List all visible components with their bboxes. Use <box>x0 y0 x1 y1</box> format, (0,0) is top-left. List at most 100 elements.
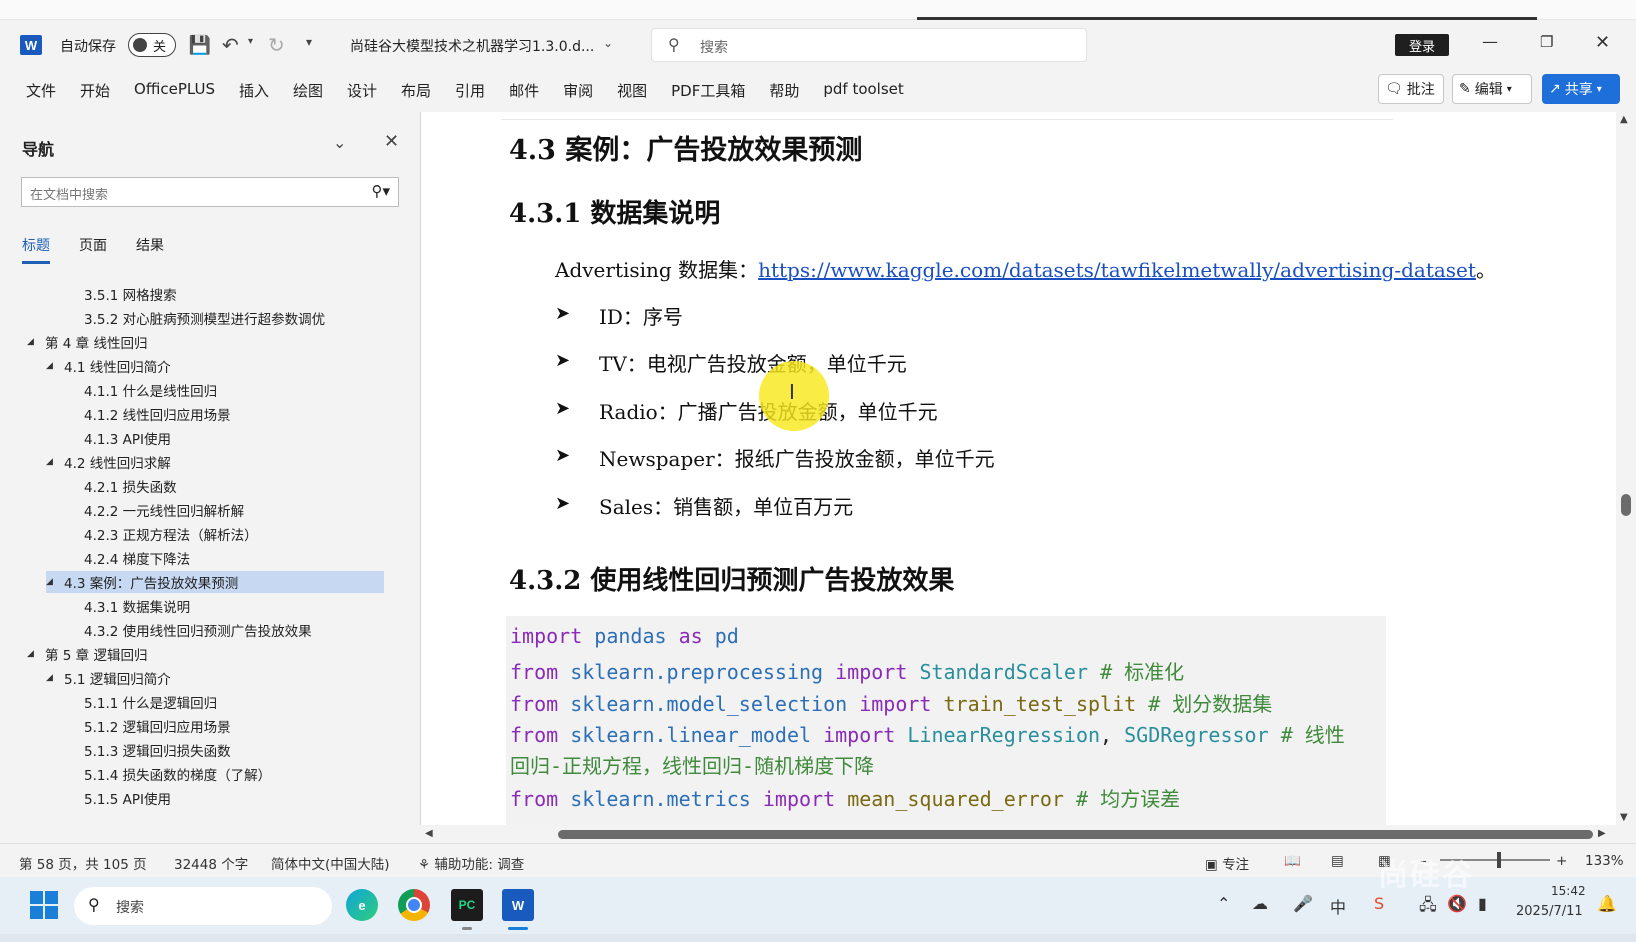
nav-item[interactable]: 5.1.5 API使用 <box>84 787 171 809</box>
nav-item-selected[interactable]: ◢ 4.3 案例：广告投放效果预测 <box>46 571 384 593</box>
nav-item[interactable]: 5.1.4 损失函数的梯度（了解） <box>84 763 271 785</box>
login-button[interactable]: 登录 <box>1395 34 1449 56</box>
scroll-right-arrow-icon[interactable]: ▶ <box>1598 828 1606 839</box>
nav-item[interactable]: 4.1.2 线性回归应用场景 <box>84 403 231 425</box>
close-icon[interactable]: ✕ <box>384 131 399 152</box>
clock-date[interactable]: 2025/7/11 <box>1516 904 1583 919</box>
tab-pages[interactable]: 页面 <box>79 235 107 264</box>
battery-icon[interactable]: ▮ <box>1478 894 1487 913</box>
title-search-box[interactable]: ⚲ 搜索 <box>651 28 1087 62</box>
collapse-triangle-icon[interactable]: ◢ <box>46 577 64 587</box>
tab-mailings[interactable]: 邮件 <box>509 80 539 101</box>
tab-review[interactable]: 审阅 <box>563 80 593 101</box>
scroll-left-arrow-icon[interactable]: ◀ <box>425 828 433 839</box>
zoom-level[interactable]: 133% <box>1585 853 1624 869</box>
tab-design[interactable]: 设计 <box>347 80 377 101</box>
nav-item[interactable]: 4.1.1 什么是线性回归 <box>84 379 217 401</box>
collapse-triangle-icon[interactable]: ◢ <box>46 361 64 371</box>
nav-item[interactable]: 4.3.2 使用线性回归预测广告投放效果 <box>84 619 312 641</box>
restore-icon[interactable]: ❐ <box>1540 33 1553 51</box>
nav-item[interactable]: 4.2.4 梯度下降法 <box>84 547 190 569</box>
scroll-up-arrow-icon[interactable]: ▲ <box>1620 114 1628 125</box>
windows-start-icon[interactable] <box>30 891 58 919</box>
nav-item[interactable]: 4.2.1 损失函数 <box>84 475 177 497</box>
chrome-icon[interactable] <box>398 889 430 921</box>
tray-overflow-chevron-icon[interactable]: ⌃ <box>1217 894 1230 913</box>
collapse-triangle-icon[interactable]: ◢ <box>27 337 45 347</box>
tab-insert[interactable]: 插入 <box>239 80 269 101</box>
nav-item[interactable]: 3.5.1 网格搜索 <box>84 283 177 305</box>
nav-item[interactable]: 5.1.1 什么是逻辑回归 <box>84 691 217 713</box>
clock-time[interactable]: 15:42 <box>1551 884 1586 898</box>
nav-item[interactable]: 4.1.3 API使用 <box>84 427 171 449</box>
comments-button[interactable]: 🗨 批注 <box>1378 74 1444 104</box>
nav-item[interactable]: ◢ 4.2 线性回归求解 <box>46 451 171 473</box>
nav-item[interactable]: ◢ 第 5 章 逻辑回归 <box>27 643 147 665</box>
tab-home[interactable]: 开始 <box>80 80 110 101</box>
nav-item[interactable]: ◢ 第 4 章 线性回归 <box>27 331 147 353</box>
tab-pdf-toolbox[interactable]: PDF工具箱 <box>671 80 745 101</box>
undo-icon[interactable]: ↶ <box>222 33 239 57</box>
nav-item[interactable]: 3.5.2 对心脏病预测模型进行超参数调优 <box>84 307 325 329</box>
collapse-triangle-icon[interactable]: ◢ <box>46 673 64 683</box>
collapse-triangle-icon[interactable]: ◢ <box>27 649 45 659</box>
tab-officeplus[interactable]: OfficePLUS <box>134 80 215 101</box>
close-icon[interactable]: ✕ <box>1595 32 1610 53</box>
nav-item[interactable]: ◢ 5.1 逻辑回归简介 <box>46 667 171 689</box>
zoom-in-icon[interactable]: + <box>1556 853 1567 869</box>
read-mode-icon[interactable]: 📖 <box>1284 853 1301 869</box>
print-layout-icon[interactable]: ▤ <box>1331 853 1344 869</box>
focus-mode-button[interactable]: ▣ 专注 <box>1205 853 1249 873</box>
editing-mode-button[interactable]: ✎ 编辑 ▾ <box>1452 74 1532 104</box>
collapse-triangle-icon[interactable]: ◢ <box>46 457 64 467</box>
notifications-icon[interactable]: 🔔 <box>1597 894 1617 913</box>
sogou-icon[interactable]: S <box>1374 894 1384 913</box>
horizontal-scrollbar[interactable]: ◀ ▶ <box>421 825 1616 843</box>
microphone-icon[interactable]: 🎤 <box>1293 894 1313 913</box>
nav-item[interactable]: 4.2.2 一元线性回归解析解 <box>84 499 244 521</box>
volume-icon[interactable]: 🔇 <box>1447 894 1467 913</box>
horizontal-scroll-thumb[interactable] <box>558 830 1593 839</box>
nav-item[interactable]: 5.1.3 逻辑回归损失函数 <box>84 739 231 761</box>
document-title[interactable]: 尚硅谷大模型技术之机器学习1.3.0.d... <box>350 36 594 56</box>
word-count-status[interactable]: 32448 个字 <box>174 853 248 873</box>
vertical-scroll-thumb[interactable] <box>1621 494 1631 516</box>
nav-item[interactable]: ◢ 4.1 线性回归简介 <box>46 355 171 377</box>
save-icon[interactable]: 💾 <box>189 34 211 56</box>
tab-file[interactable]: 文件 <box>26 80 56 101</box>
tab-draw[interactable]: 绘图 <box>293 80 323 101</box>
word-taskbar-icon[interactable]: W <box>502 889 534 921</box>
edge-icon[interactable]: e <box>346 889 378 921</box>
nav-item[interactable]: 4.3.1 数据集说明 <box>84 595 190 617</box>
network-icon[interactable]: 🖧 <box>1419 894 1437 921</box>
pycharm-icon[interactable]: PC <box>451 889 483 921</box>
input-method-icon[interactable]: 中 <box>1330 894 1346 918</box>
page-count-status[interactable]: 第 58 页，共 105 页 <box>19 853 147 873</box>
tab-view[interactable]: 视图 <box>617 80 647 101</box>
nav-item[interactable]: 5.1.2 逻辑回归应用场景 <box>84 715 231 737</box>
customize-toolbar-icon[interactable]: ▾ <box>306 35 312 49</box>
onedrive-icon[interactable]: ☁ <box>1252 894 1268 913</box>
dataset-link[interactable]: https://www.kaggle.com/datasets/tawfikel… <box>758 258 1476 282</box>
vertical-scrollbar[interactable]: ▲ ▼ <box>1616 112 1636 825</box>
tab-pdf-toolset[interactable]: pdf toolset <box>823 80 903 101</box>
search-icon[interactable]: ⚲▾ <box>371 182 390 200</box>
taskbar-search[interactable]: ⚲ 搜索 <box>74 887 332 925</box>
nav-search-input[interactable]: 在文档中搜索 ⚲▾ <box>21 177 399 207</box>
language-status[interactable]: 简体中文(中国大陆) <box>271 853 390 873</box>
minimize-icon[interactable]: — <box>1482 32 1498 51</box>
tab-references[interactable]: 引用 <box>455 80 485 101</box>
redo-icon[interactable]: ↻ <box>268 33 285 57</box>
scroll-down-arrow-icon[interactable]: ▼ <box>1620 812 1628 823</box>
nav-item[interactable]: 4.2.3 正规方程法（解析法） <box>84 523 258 545</box>
undo-dropdown-chevron-icon[interactable]: ▾ <box>248 36 253 47</box>
tab-results[interactable]: 结果 <box>136 235 164 264</box>
chevron-down-icon[interactable]: ⌄ <box>333 133 346 152</box>
accessibility-status[interactable]: ⚘ 辅助功能: 调查 <box>418 853 524 873</box>
zoom-slider-thumb[interactable] <box>1497 852 1501 868</box>
share-button[interactable]: ↗ 共享 ▾ <box>1542 74 1620 104</box>
autosave-toggle[interactable]: 关 <box>128 33 176 57</box>
document-canvas[interactable]: 4.3 案例：广告投放效果预测 4.3.1 数据集说明 Advertising … <box>421 112 1616 825</box>
tab-help[interactable]: 帮助 <box>769 80 799 101</box>
tab-headings[interactable]: 标题 <box>22 235 50 264</box>
